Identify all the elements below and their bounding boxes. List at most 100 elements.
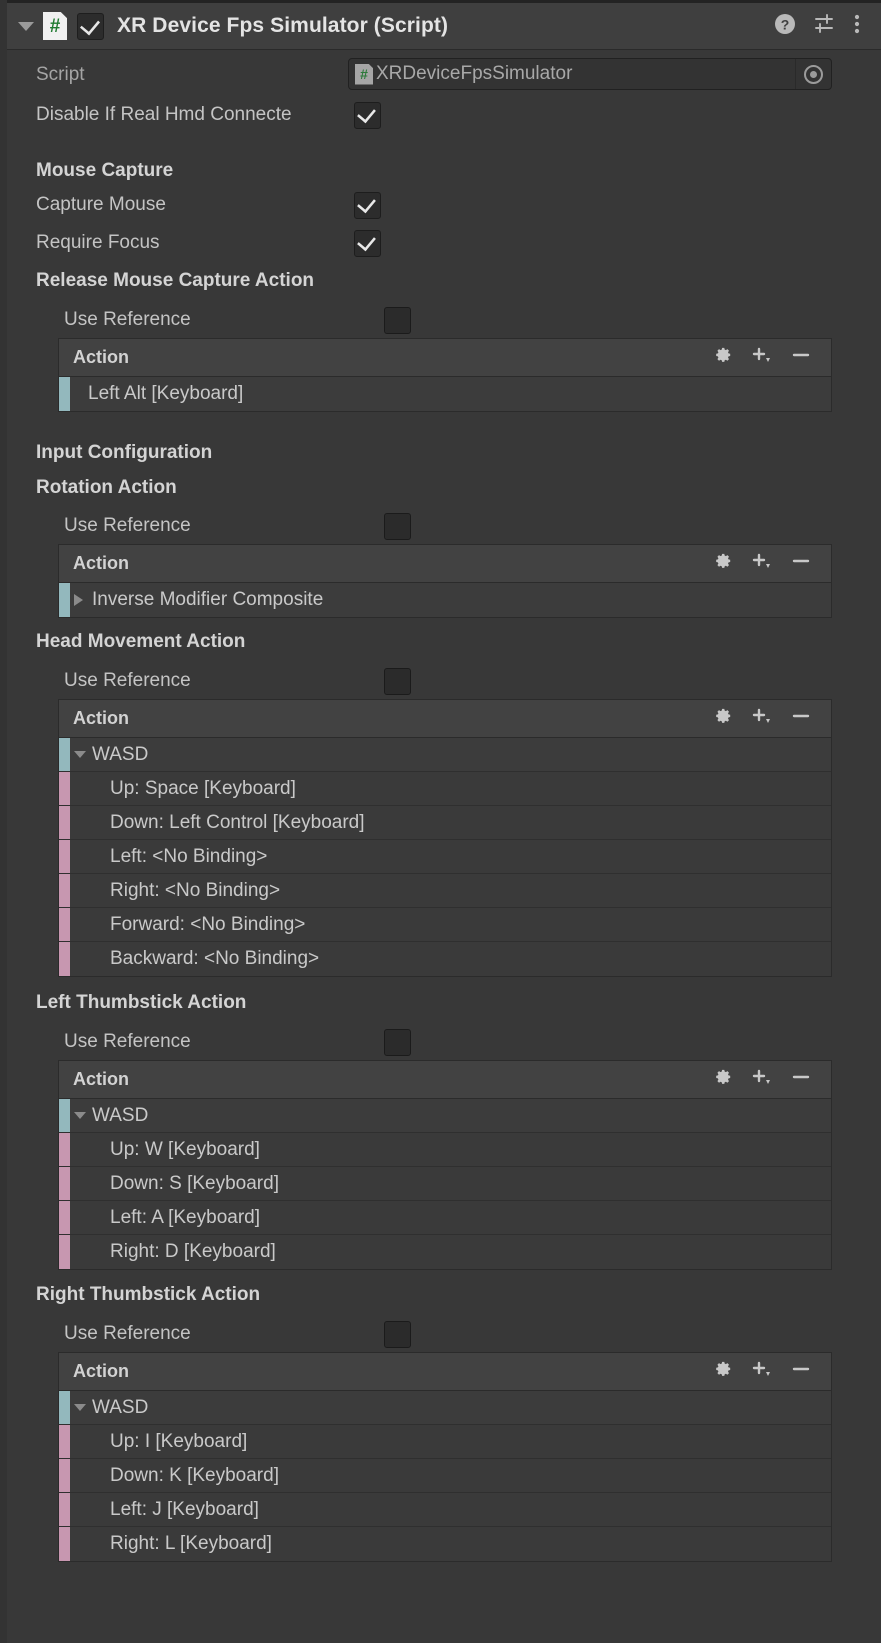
- binding-row[interactable]: Backward: <No Binding>: [59, 942, 831, 976]
- binding-row[interactable]: Down: K [Keyboard]: [59, 1459, 831, 1493]
- capture-mouse-label: Capture Mouse: [36, 194, 166, 216]
- left-thumbstick-action-header: Left Thumbstick Action: [36, 992, 246, 1014]
- binding-foldout-icon[interactable]: [70, 594, 92, 606]
- binding-label: Down: K [Keyboard]: [110, 1465, 279, 1487]
- script-object-field[interactable]: # XRDeviceFpsSimulator: [348, 58, 832, 90]
- binding-row[interactable]: Left: J [Keyboard]: [59, 1493, 831, 1527]
- gear-icon[interactable]: [711, 1066, 733, 1093]
- binding-row[interactable]: Inverse Modifier Composite: [59, 583, 831, 617]
- rotation-action-header-row: Rotation Action: [7, 469, 881, 507]
- remove-icon[interactable]: [791, 1358, 811, 1385]
- component-header[interactable]: # XR Device Fps Simulator (Script) ?: [7, 3, 881, 50]
- binding-row[interactable]: Forward: <No Binding>: [59, 908, 831, 942]
- require-focus-row: Require Focus: [7, 224, 881, 262]
- binding-row[interactable]: Down: S [Keyboard]: [59, 1167, 831, 1201]
- use-reference-label: Use Reference: [64, 670, 191, 692]
- use-reference-checkbox[interactable]: [384, 668, 411, 695]
- binding-row[interactable]: WASD: [59, 1099, 831, 1133]
- binding-accent-bar: [59, 1099, 70, 1132]
- component-foldout-icon[interactable]: [15, 22, 37, 31]
- use-reference-label: Use Reference: [64, 1031, 191, 1053]
- action-list-header: Action: [59, 700, 831, 738]
- binding-row[interactable]: Up: W [Keyboard]: [59, 1133, 831, 1167]
- release-mouse-capture-action-box: Action: [58, 338, 832, 412]
- use-reference-checkbox[interactable]: [384, 307, 411, 334]
- right-thumbstick-use-reference-row: Use Reference: [7, 1315, 881, 1353]
- binding-foldout-icon[interactable]: [70, 1112, 92, 1119]
- binding-foldout-icon[interactable]: [70, 1404, 92, 1411]
- head-movement-use-reference-row: Use Reference: [7, 662, 881, 700]
- binding-row[interactable]: Left Alt [Keyboard]: [59, 377, 831, 411]
- release-mouse-capture-action-header: Release Mouse Capture Action: [36, 270, 314, 292]
- more-menu-icon[interactable]: [853, 12, 861, 41]
- binding-foldout-icon[interactable]: [70, 751, 92, 758]
- action-list-header: Action: [59, 339, 831, 377]
- action-list-header: Action: [59, 545, 831, 583]
- component-title: XR Device Fps Simulator (Script): [117, 14, 448, 38]
- use-reference-checkbox[interactable]: [384, 513, 411, 540]
- binding-accent-bar: [59, 377, 70, 411]
- binding-row[interactable]: Up: I [Keyboard]: [59, 1425, 831, 1459]
- binding-label: Left: J [Keyboard]: [110, 1499, 259, 1521]
- head-movement-action-box: Action: [58, 699, 832, 977]
- gear-icon[interactable]: [711, 344, 733, 371]
- disable-if-real-hmd-checkbox[interactable]: [354, 102, 381, 129]
- binding-row[interactable]: Left: <No Binding>: [59, 840, 831, 874]
- object-picker-icon[interactable]: [795, 59, 831, 89]
- binding-label: Inverse Modifier Composite: [92, 589, 323, 611]
- binding-label: Right: D [Keyboard]: [110, 1241, 276, 1263]
- binding-row[interactable]: Down: Left Control [Keyboard]: [59, 806, 831, 840]
- csharp-script-icon: #: [43, 12, 67, 40]
- left-gutter: [0, 0, 7, 1643]
- binding-label: Left Alt [Keyboard]: [88, 383, 243, 405]
- remove-icon[interactable]: [791, 1066, 811, 1093]
- component-enabled-checkbox[interactable]: [77, 13, 104, 40]
- action-header-label: Action: [73, 347, 129, 368]
- add-dropdown-icon[interactable]: [750, 1358, 774, 1385]
- binding-row[interactable]: Right: D [Keyboard]: [59, 1235, 831, 1269]
- help-icon[interactable]: ?: [773, 12, 797, 41]
- release-mouse-capture-action-header-row: Release Mouse Capture Action: [7, 262, 881, 300]
- gear-icon[interactable]: [711, 550, 733, 577]
- preset-icon[interactable]: [813, 12, 837, 41]
- script-value: XRDeviceFpsSimulator: [376, 63, 572, 85]
- action-list-header: Action: [59, 1061, 831, 1099]
- require-focus-checkbox[interactable]: [354, 230, 381, 257]
- use-reference-label: Use Reference: [64, 515, 191, 537]
- binding-label: Up: I [Keyboard]: [110, 1431, 247, 1453]
- gear-icon[interactable]: [711, 705, 733, 732]
- action-list-header: Action: [59, 1353, 831, 1391]
- add-dropdown-icon[interactable]: [750, 705, 774, 732]
- rotation-action-header: Rotation Action: [36, 477, 177, 499]
- remove-icon[interactable]: [791, 550, 811, 577]
- binding-accent-bar: [59, 908, 70, 941]
- add-dropdown-icon[interactable]: [750, 550, 774, 577]
- remove-icon[interactable]: [791, 344, 811, 371]
- binding-label: Left: <No Binding>: [110, 846, 267, 868]
- add-dropdown-icon[interactable]: [750, 1066, 774, 1093]
- binding-row[interactable]: Right: <No Binding>: [59, 874, 831, 908]
- binding-row[interactable]: Left: A [Keyboard]: [59, 1201, 831, 1235]
- right-thumbstick-action-header-row: Right Thumbstick Action: [7, 1276, 881, 1314]
- binding-accent-bar: [59, 1459, 70, 1492]
- gear-icon[interactable]: [711, 1358, 733, 1385]
- remove-icon[interactable]: [791, 705, 811, 732]
- binding-accent-bar: [59, 1235, 70, 1269]
- binding-accent-bar: [59, 1493, 70, 1526]
- binding-accent-bar: [59, 738, 70, 771]
- binding-row[interactable]: WASD: [59, 1391, 831, 1425]
- svg-text:?: ?: [781, 16, 790, 32]
- binding-accent-bar: [59, 772, 70, 805]
- use-reference-checkbox[interactable]: [384, 1321, 411, 1348]
- binding-row[interactable]: WASD: [59, 738, 831, 772]
- add-dropdown-icon[interactable]: [750, 344, 774, 371]
- mouse-capture-header: Mouse Capture: [36, 160, 173, 182]
- binding-row[interactable]: Up: Space [Keyboard]: [59, 772, 831, 806]
- input-configuration-header: Input Configuration: [36, 442, 212, 464]
- binding-label: WASD: [92, 744, 148, 766]
- use-reference-checkbox[interactable]: [384, 1029, 411, 1056]
- left-thumbstick-action-header-row: Left Thumbstick Action: [7, 984, 881, 1022]
- capture-mouse-row: Capture Mouse: [7, 186, 881, 224]
- capture-mouse-checkbox[interactable]: [354, 192, 381, 219]
- binding-row[interactable]: Right: L [Keyboard]: [59, 1527, 831, 1561]
